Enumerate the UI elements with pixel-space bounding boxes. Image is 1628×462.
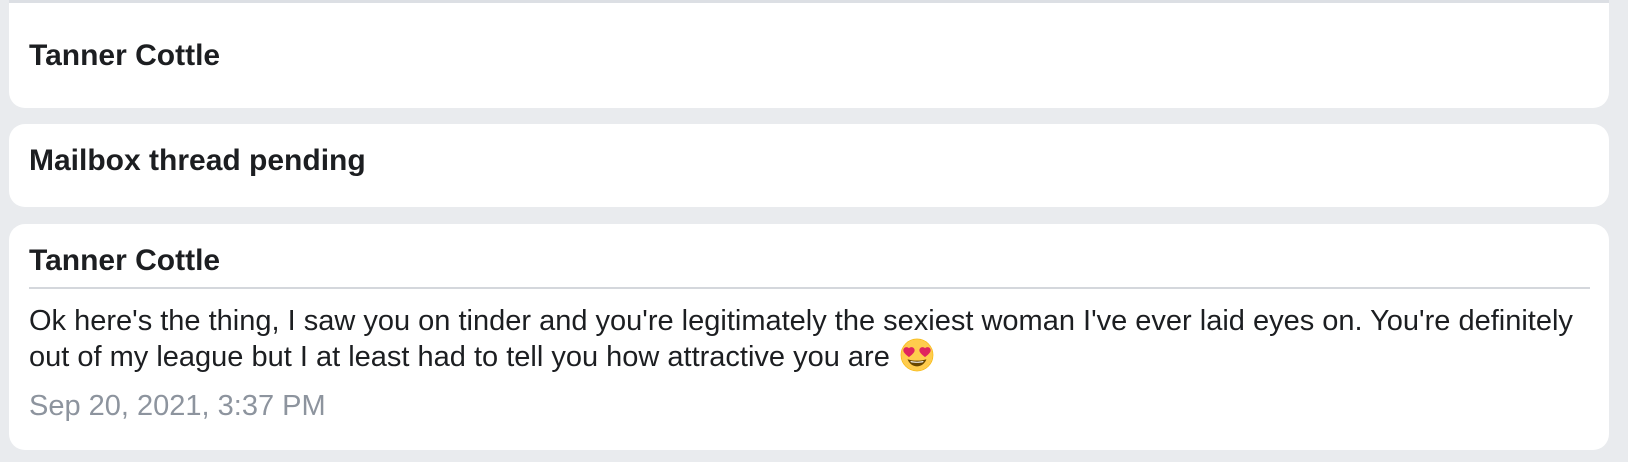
sender-name: Tanner Cottle	[29, 244, 221, 277]
heart-eyes-emoji-icon	[900, 338, 934, 372]
message-timestamp: Sep 20, 2021, 3:37 PM	[29, 390, 326, 422]
message-card: Tanner Cottle	[9, 0, 1609, 108]
message-text: Ok here's the thing, I saw you on tinder…	[29, 305, 1573, 373]
sender-name: Tanner Cottle	[29, 39, 221, 72]
message-card: Mailbox thread pending	[9, 124, 1609, 207]
header-divider	[29, 287, 1590, 289]
message-body: Ok here's the thing, I saw you on tinder…	[29, 304, 1589, 374]
message-card: Tanner Cottle Ok here's the thing, I saw…	[9, 224, 1609, 450]
thread-status: Mailbox thread pending	[29, 144, 366, 177]
